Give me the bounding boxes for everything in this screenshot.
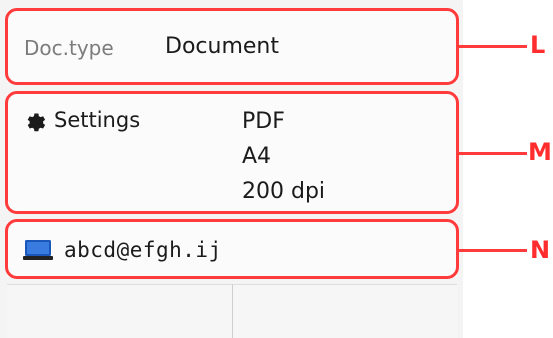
callout-label-m: M: [528, 138, 552, 166]
paper-size-value: A4: [242, 144, 272, 169]
callout-line-l: [459, 45, 527, 48]
gear-icon: [27, 113, 46, 132]
computer-icon: [23, 240, 53, 260]
callout-line-m: [459, 152, 527, 155]
bottom-left-button[interactable]: [7, 284, 233, 338]
callout-label-l: L: [530, 31, 546, 59]
callout-label-n: N: [530, 236, 551, 264]
destination-content: abcd@efgh.ij: [22, 237, 222, 263]
callout-line-n: [459, 249, 527, 252]
settings-header: Settings: [22, 106, 140, 134]
resolution-value: 200 dpi: [242, 179, 326, 204]
document-type-value: Document: [165, 34, 279, 59]
bottom-right-button[interactable]: [233, 284, 457, 338]
document-type-label: Doc.type: [24, 36, 114, 60]
settings-label: Settings: [54, 108, 141, 132]
settings-values: PDF A4 200 dpi: [242, 104, 325, 209]
file-format-value: PDF: [242, 109, 285, 134]
destination-email: abcd@efgh.ij: [64, 238, 222, 262]
